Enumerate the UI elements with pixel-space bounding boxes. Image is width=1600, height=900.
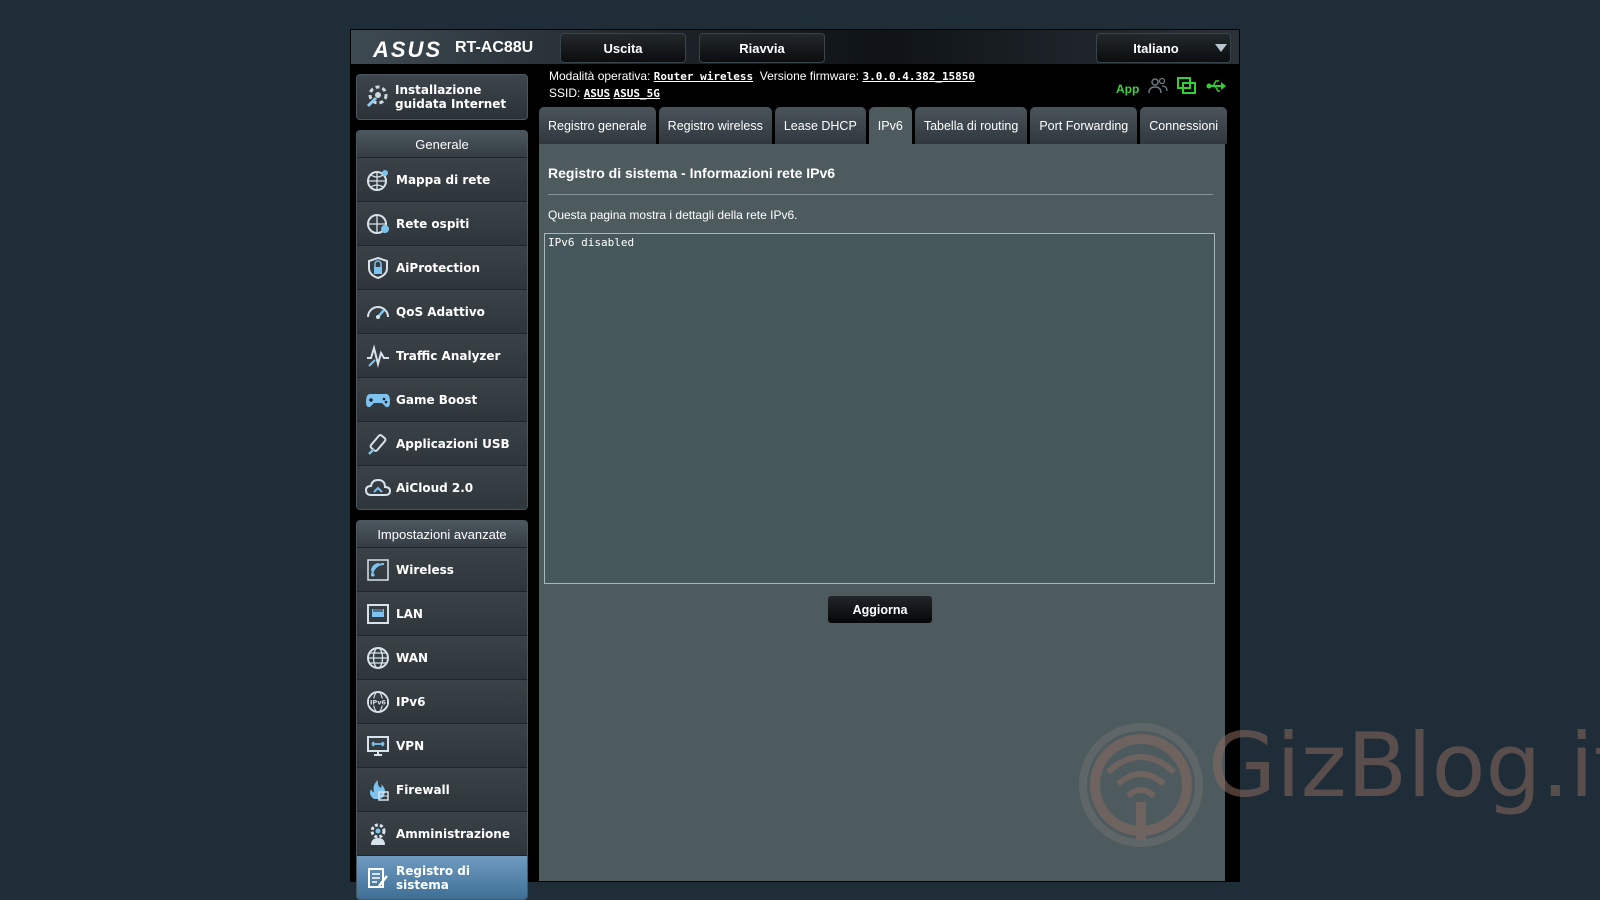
wifi-icon <box>364 556 392 584</box>
gizblog-logo-icon <box>1079 723 1203 847</box>
traffic-wave-icon <box>364 342 392 370</box>
sidebar-item-qos[interactable]: QoS Adattivo <box>357 289 527 333</box>
sidebar-item-game-boost[interactable]: Game Boost <box>357 377 527 421</box>
sidebar-item-label: AiCloud 2.0 <box>396 480 474 495</box>
logout-button[interactable]: Uscita <box>560 33 686 63</box>
sidebar-item-wireless[interactable]: Wireless <box>357 547 527 591</box>
globe-icon <box>364 644 392 672</box>
reboot-button[interactable]: Riavvia <box>699 33 825 63</box>
quick-setup-label: Installazione guidata Internet <box>395 83 507 111</box>
log-tabs: Registro generale Registro wireless Leas… <box>539 107 1228 144</box>
sidebar-item-label: Traffic Analyzer <box>396 348 501 363</box>
sidebar-item-traffic-analyzer[interactable]: Traffic Analyzer <box>357 333 527 377</box>
clients-icon[interactable] <box>1148 77 1168 100</box>
advanced-menu-title: Impostazioni avanzate <box>357 521 527 547</box>
admin-gear-icon <box>364 820 392 848</box>
sidebar-item-label: AiProtection <box>396 260 480 275</box>
guest-network-icon <box>364 210 392 238</box>
tab-port-forwarding[interactable]: Port Forwarding <box>1030 107 1138 144</box>
sidebar-item-label: Rete ospiti <box>396 216 470 231</box>
system-log-icon <box>364 864 392 892</box>
ssid-5g-link[interactable]: ASUS_5G <box>614 87 660 100</box>
firewall-icon <box>364 776 392 804</box>
ssid-2g-link[interactable]: ASUS <box>584 87 611 100</box>
sidebar-item-label: Applicazioni USB <box>396 436 510 451</box>
tab-wireless-log[interactable]: Registro wireless <box>658 107 772 144</box>
advanced-menu: Impostazioni avanzate Wireless LAN WAN I… <box>356 520 528 900</box>
speedometer-icon <box>364 298 392 326</box>
quick-internet-setup-button[interactable]: Installazione guidata Internet <box>356 74 528 120</box>
setup-wizard-icon <box>365 82 395 113</box>
sidebar-item-label: Amministrazione <box>396 826 510 841</box>
refresh-button[interactable]: Aggiorna <box>827 595 933 624</box>
page-description: Questa pagina mostra i dettagli della re… <box>548 208 798 222</box>
chevron-down-icon <box>1215 44 1227 52</box>
language-select[interactable]: Italiano <box>1096 33 1231 63</box>
sidebar-item-usb-apps[interactable]: Applicazioni USB <box>357 421 527 465</box>
tab-routing-table[interactable]: Tabella di routing <box>914 107 1028 144</box>
lan-port-icon <box>364 600 392 628</box>
ssid-label: SSID: <box>549 86 581 100</box>
sidebar-item-label: Wireless <box>396 562 454 577</box>
usb-apps-icon <box>364 430 392 458</box>
sidebar: Installazione guidata Internet Generale M… <box>356 74 528 900</box>
status-bar: Modalità operativa: Router wireless Vers… <box>549 68 975 102</box>
status-icons: App <box>1116 77 1228 100</box>
sidebar-item-label: Mappa di rete <box>396 172 491 187</box>
network-map-icon <box>364 166 392 194</box>
sidebar-item-vpn[interactable]: VPN <box>357 723 527 767</box>
svg-text:IPv6: IPv6 <box>370 698 386 706</box>
sidebar-item-label: Firewall <box>396 782 450 797</box>
general-menu: Generale Mappa di rete Rete ospiti AiPro… <box>356 130 528 510</box>
app-link[interactable]: App <box>1116 82 1139 96</box>
sidebar-item-label: VPN <box>396 738 425 753</box>
language-value: Italiano <box>1133 40 1179 56</box>
ipv6-globe-icon: IPv6 <box>364 688 392 716</box>
gamepad-icon <box>364 386 392 414</box>
sidebar-item-ipv6[interactable]: IPv6 IPv6 <box>357 679 527 723</box>
sidebar-item-system-log[interactable]: Registro di sistema <box>357 855 527 899</box>
tab-ipv6[interactable]: IPv6 <box>868 107 912 144</box>
cloud-icon <box>364 474 392 502</box>
sidebar-item-aicloud[interactable]: AiCloud 2.0 <box>357 465 527 509</box>
title-divider <box>548 194 1213 195</box>
operation-mode-link[interactable]: Router wireless <box>654 70 753 83</box>
operation-mode-label: Modalità operativa: <box>549 69 651 83</box>
asus-logo[interactable]: ASUS <box>373 37 442 63</box>
sidebar-item-label: IPv6 <box>396 694 426 709</box>
lock-shield-icon <box>364 254 392 282</box>
sidebar-item-label: QoS Adattivo <box>396 304 485 319</box>
page-title: Registro di sistema - Informazioni rete … <box>548 165 836 181</box>
tab-connections[interactable]: Connessioni <box>1140 107 1228 144</box>
vpn-monitor-icon <box>364 732 392 760</box>
router-model: RT-AC88U <box>455 39 534 56</box>
general-menu-title: Generale <box>357 131 527 157</box>
network-status-icon[interactable] <box>1177 77 1197 100</box>
sidebar-item-label: LAN <box>396 606 423 621</box>
watermark-text: GizBlog.it <box>1208 714 1600 817</box>
sidebar-item-firewall[interactable]: Firewall <box>357 767 527 811</box>
tab-general-log[interactable]: Registro generale <box>539 107 656 144</box>
firmware-label: Versione firmware: <box>759 69 860 83</box>
sidebar-item-administration[interactable]: Amministrazione <box>357 811 527 855</box>
sidebar-item-label: Game Boost <box>396 392 478 407</box>
sidebar-item-label: WAN <box>396 650 429 665</box>
usb-icon[interactable] <box>1206 79 1228 98</box>
sidebar-item-guest-network[interactable]: Rete ospiti <box>357 201 527 245</box>
tab-dhcp-leases[interactable]: Lease DHCP <box>774 107 866 144</box>
sidebar-item-wan[interactable]: WAN <box>357 635 527 679</box>
firmware-version-link[interactable]: 3.0.0.4.382_15850 <box>862 70 975 83</box>
sidebar-item-network-map[interactable]: Mappa di rete <box>357 157 527 201</box>
top-bar: ASUS RT-AC88U Uscita Riavvia Italiano <box>351 30 1239 64</box>
sidebar-item-label: Registro di sistema <box>395 863 470 892</box>
watermark: GizBlog.it <box>1078 714 1600 852</box>
sidebar-item-aiprotection[interactable]: AiProtection <box>357 245 527 289</box>
sidebar-item-lan[interactable]: LAN <box>357 591 527 635</box>
ipv6-log-textarea[interactable] <box>544 233 1215 584</box>
